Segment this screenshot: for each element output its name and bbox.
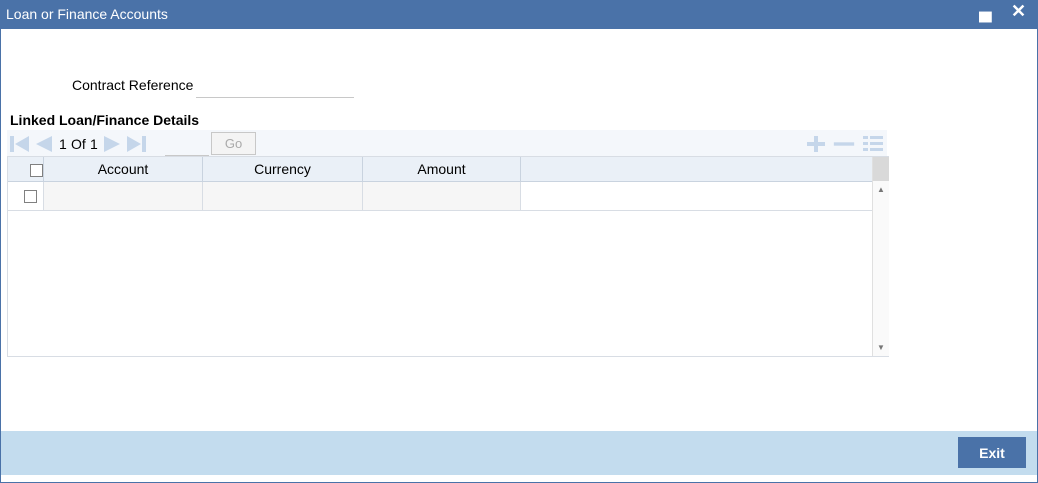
first-page-icon[interactable] (9, 134, 31, 154)
column-header-currency[interactable]: Currency (203, 157, 363, 181)
total-pages: 1 (90, 136, 98, 152)
row-select-cell (8, 182, 44, 210)
footer-bar: Exit (1, 431, 1037, 475)
grid-toolbar: 1 Of 1 Go (7, 130, 887, 157)
single-record-view-icon[interactable] (862, 134, 884, 154)
select-all-cell (8, 157, 44, 181)
select-all-checkbox[interactable] (30, 164, 43, 177)
grid-vertical-scrollbar[interactable]: ▲ ▼ (872, 157, 889, 356)
contract-reference-input[interactable] (196, 76, 354, 98)
column-header-account[interactable]: Account (44, 157, 203, 181)
next-page-icon[interactable] (102, 134, 124, 154)
scroll-down-icon[interactable]: ▼ (877, 343, 885, 352)
add-row-icon[interactable] (805, 134, 827, 154)
minimize-icon[interactable]: ▄ (979, 1, 992, 21)
window-title: Loan or Finance Accounts (6, 6, 168, 22)
contract-reference-label: Contract Reference (72, 77, 194, 93)
loan-finance-accounts-window: Loan or Finance Accounts ▄ ✕ Contract Re… (0, 0, 1038, 483)
current-page: 1 (59, 136, 67, 152)
scrollbar-header-block (873, 157, 889, 181)
go-button[interactable]: Go (211, 132, 256, 155)
linked-details-title: Linked Loan/Finance Details (10, 112, 200, 128)
row-checkbox[interactable] (24, 190, 37, 203)
grid-header-row: Account Currency Amount (8, 157, 872, 182)
amount-cell[interactable] (363, 182, 521, 210)
previous-page-icon[interactable] (32, 134, 54, 154)
close-icon[interactable]: ✕ (1011, 1, 1026, 21)
last-page-icon[interactable] (125, 134, 147, 154)
page-of-label: Of (71, 136, 86, 152)
account-cell[interactable] (44, 182, 203, 210)
table-row (8, 182, 872, 211)
exit-button[interactable]: Exit (958, 437, 1026, 468)
currency-cell[interactable] (203, 182, 363, 210)
title-bar: Loan or Finance Accounts ▄ ✕ (1, 1, 1037, 29)
delete-row-icon[interactable] (833, 134, 855, 154)
scroll-up-icon[interactable]: ▲ (877, 185, 885, 194)
column-header-amount[interactable]: Amount (363, 157, 521, 181)
go-to-page-input[interactable] (165, 136, 209, 156)
linked-loan-grid: Account Currency Amount ▲ ▼ (7, 156, 889, 357)
